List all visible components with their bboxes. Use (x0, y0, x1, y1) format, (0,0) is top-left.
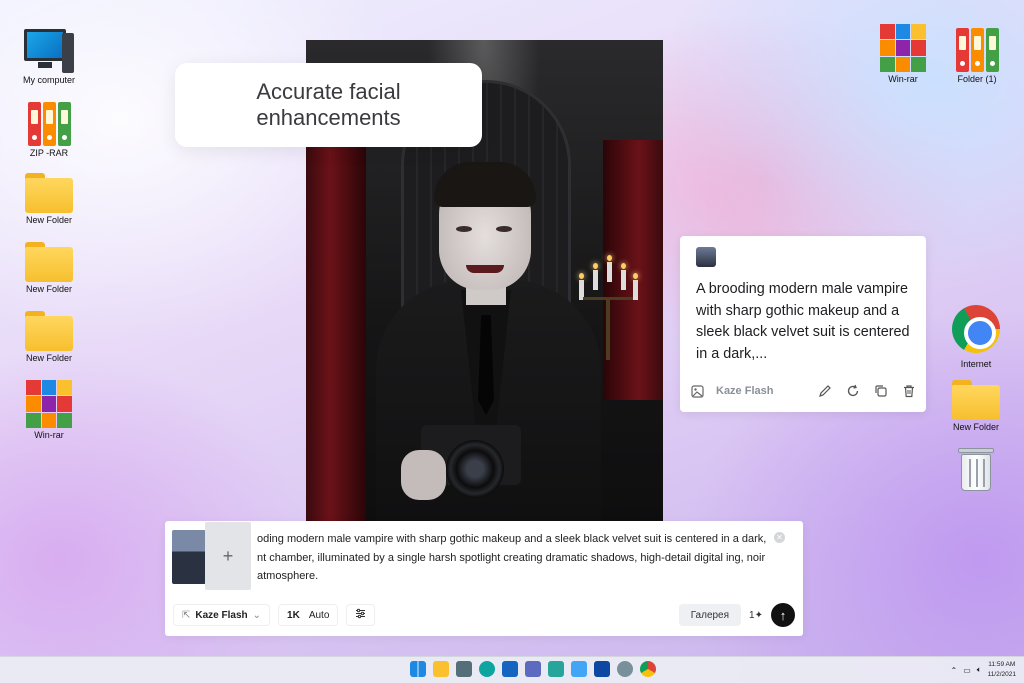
clear-prompt-icon[interactable]: ✕ (774, 532, 785, 543)
clock-date: 11/2/2021 (987, 671, 1016, 678)
active-app-icon[interactable] (594, 661, 610, 677)
edit-icon[interactable] (816, 382, 834, 400)
resolution-label: 1K (287, 609, 300, 621)
clock[interactable]: 11:59 AM 11/2/2021 (988, 660, 1016, 680)
desktop-icon-label: Win-rar (888, 74, 918, 84)
prompt-thumbnail[interactable] (696, 247, 716, 267)
desktop-icon-new-folder-right[interactable]: New Folder (941, 380, 1011, 432)
folder-icon (25, 311, 73, 351)
winrar-icon (26, 380, 72, 428)
desktop-icon-label: Internet (960, 359, 992, 369)
desktop-icon-label: New Folder (952, 422, 999, 432)
copy-icon[interactable] (872, 382, 890, 400)
desktop-icon-label: New Folder (25, 353, 72, 363)
desktop-icon-label: My computer (22, 75, 75, 85)
prompt-card-text: A brooding modern male vampire with shar… (696, 281, 910, 362)
prompt-composer: + oding modern male vampire with sharp g… (165, 521, 803, 636)
binders-icon (25, 100, 73, 146)
prompt-input[interactable]: oding modern male vampire with sharp got… (257, 530, 777, 586)
prompt-card-toolbar: Kaze Flash (688, 378, 918, 404)
desktop-icon-label: New Folder (25, 215, 72, 225)
recycle-bin-icon (958, 446, 994, 492)
desktop-icon-folder-1[interactable]: Folder (1) (942, 26, 1012, 84)
network-icon[interactable]: ▭ (963, 666, 971, 675)
folder-icon (952, 380, 1000, 420)
desktop-icon-internet[interactable]: Internet (941, 305, 1011, 369)
desktop-icon-new-folder-3[interactable]: New Folder (14, 311, 84, 363)
sliders-icon (355, 608, 366, 622)
aspect-label: Auto (308, 609, 330, 621)
desktop-icon-recycle-bin[interactable] (941, 446, 1011, 492)
computer-icon (24, 27, 74, 73)
system-tray: ⌃ ▭ 🔈︎ 11:59 AM 11/2/2021 (950, 660, 1016, 680)
desktop-icon-win-rar[interactable]: Win-rar (14, 380, 84, 440)
prompt-card[interactable]: A brooding modern male vampire with shar… (680, 236, 926, 412)
desktop-icon-my-computer[interactable]: My computer (14, 27, 84, 85)
desktop-icon-new-folder-2[interactable]: New Folder (14, 242, 84, 294)
add-reference-button[interactable]: + (205, 522, 251, 590)
chrome-taskbar-icon[interactable] (640, 661, 656, 677)
store-icon[interactable] (502, 661, 518, 677)
desktop-icon-label: New Folder (25, 284, 72, 294)
regenerate-icon[interactable] (844, 382, 862, 400)
callout-text: Accurate facial enhancements (256, 79, 401, 130)
send-button[interactable]: ↑ (771, 603, 795, 627)
arrow-up-icon: ↑ (779, 607, 787, 623)
desktop-icon-win-rar-right[interactable]: Win-rar (868, 24, 938, 84)
model-selector-label: Kaze Flash (195, 609, 248, 621)
desktop-icon-zip-rar[interactable]: ZIP -RAR (14, 100, 84, 158)
start-icon[interactable] (410, 661, 426, 677)
desktop-icon-label: Win-rar (34, 430, 64, 440)
folder-icon (25, 173, 73, 213)
chrome-icon (952, 305, 1000, 353)
desktop-icon-new-folder-1[interactable]: New Folder (14, 173, 84, 225)
settings-icon[interactable] (617, 661, 633, 677)
teams-icon[interactable] (525, 661, 541, 677)
edge-icon[interactable] (479, 661, 495, 677)
winrar-icon (880, 24, 926, 72)
maps-icon[interactable] (548, 661, 564, 677)
reference-image-thumbnail[interactable] (172, 530, 206, 584)
model-selector[interactable]: ⇱ Kaze Flash ⌄ (173, 604, 271, 626)
image-icon (688, 382, 706, 400)
resolution-aspect-selector[interactable]: 1K Auto (278, 604, 339, 626)
feature-callout: Accurate facial enhancements (175, 63, 482, 147)
folder-icon (25, 242, 73, 282)
model-icon: ⇱ (182, 609, 191, 621)
photos-icon[interactable] (571, 661, 587, 677)
prompt-card-model: Kaze Flash (716, 385, 774, 397)
settings-button[interactable] (346, 604, 376, 626)
tray-overflow-icon[interactable]: ⌃ (950, 666, 957, 675)
desktop-icon-label: Folder (1) (957, 74, 997, 84)
desktop-icon-label: ZIP -RAR (29, 148, 69, 158)
volume-icon[interactable]: 🔈︎ (977, 665, 982, 675)
clock-time: 11:59 AM (988, 661, 1016, 668)
sparkle-icon: ✦ (754, 609, 763, 621)
file-explorer-icon[interactable] (433, 661, 449, 677)
gallery-button[interactable]: Галерея (678, 604, 742, 626)
binders-icon (953, 26, 1001, 72)
chevron-down-icon: ⌄ (252, 609, 262, 621)
image-count-selector[interactable]: 1✦ (749, 610, 763, 621)
taskbar-apps (410, 661, 656, 677)
taskbar: ⌃ ▭ 🔈︎ 11:59 AM 11/2/2021 (0, 656, 1024, 683)
delete-icon[interactable] (900, 382, 918, 400)
camera-icon[interactable] (456, 661, 472, 677)
